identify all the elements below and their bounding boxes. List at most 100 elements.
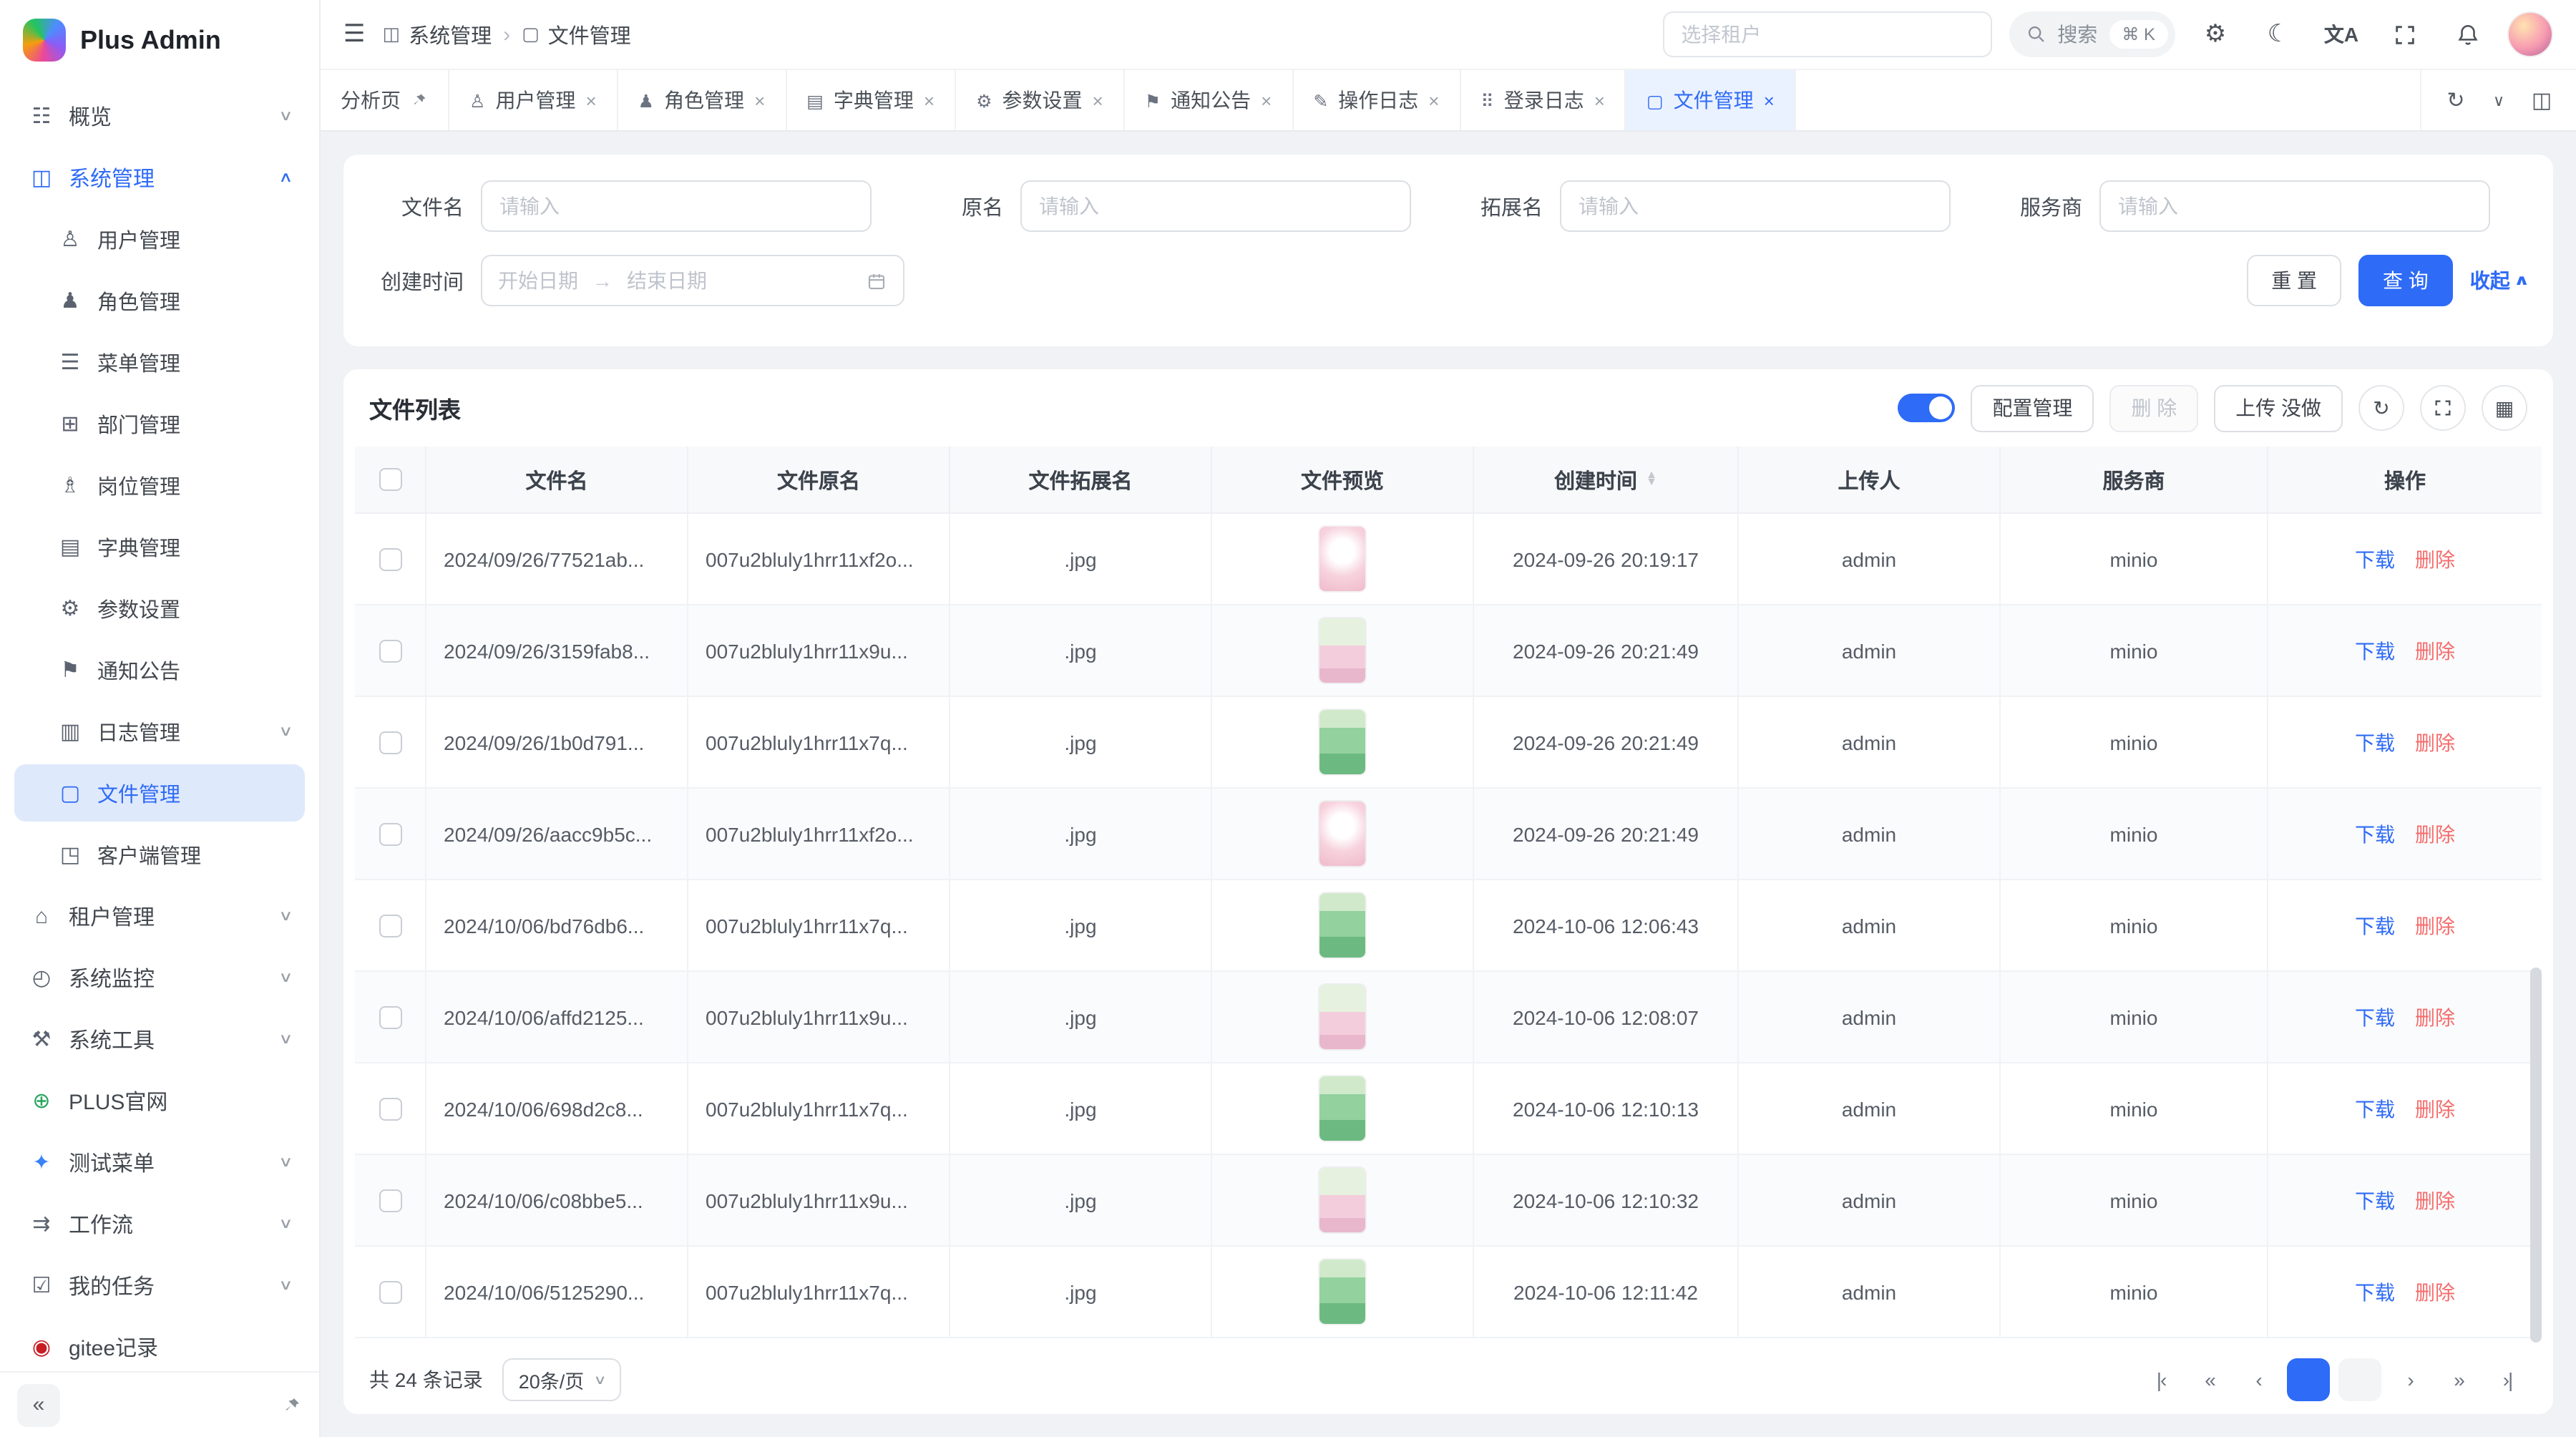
- next-page-button[interactable]: ›: [2390, 1360, 2430, 1400]
- file-preview-thumbnail[interactable]: [1319, 985, 1365, 1049]
- sidebar-item-notice-announcement[interactable]: ⚑ 通知公告: [14, 641, 305, 698]
- file-preview-thumbnail[interactable]: [1319, 893, 1365, 958]
- delete-link[interactable]: 删除: [2415, 1003, 2455, 1031]
- close-icon[interactable]: ×: [1261, 91, 1272, 109]
- chevron-down-icon[interactable]: ∨: [2479, 80, 2519, 120]
- last-page-button[interactable]: ›|: [2487, 1360, 2527, 1400]
- start-date-input[interactable]: 开始日期: [498, 266, 578, 295]
- column-header-created-time[interactable]: 创建时间 ▲ ▼: [1474, 447, 1739, 512]
- column-header-extension[interactable]: 文件拓展名: [950, 447, 1212, 512]
- collapse-filters-link[interactable]: 收起 ∧: [2470, 266, 2527, 295]
- text-input[interactable]: [1020, 180, 1411, 232]
- sidebar-item-log-management[interactable]: ▥ 日志管理 ∨: [14, 703, 305, 760]
- next-fast-button[interactable]: »: [2439, 1360, 2479, 1400]
- close-icon[interactable]: ×: [585, 91, 596, 109]
- download-link[interactable]: 下载: [2355, 545, 2395, 573]
- tab-operation-log[interactable]: ✎ 操作日志 ×: [1293, 70, 1460, 130]
- layout-panel-icon[interactable]: ◫: [2522, 80, 2562, 120]
- query-button[interactable]: 查 询: [2358, 255, 2453, 306]
- file-preview-thumbnail[interactable]: [1319, 710, 1365, 774]
- sidebar-item-department-management[interactable]: ⊞ 部门管理: [14, 395, 305, 452]
- row-checkbox[interactable]: [379, 731, 401, 754]
- end-date-input[interactable]: 结束日期: [627, 266, 707, 295]
- column-header-provider[interactable]: 服务商: [2001, 447, 2268, 512]
- file-preview-thumbnail[interactable]: [1319, 527, 1365, 591]
- row-checkbox[interactable]: [379, 547, 401, 570]
- column-settings-grid-icon[interactable]: ▦: [2482, 385, 2527, 431]
- toggle-switch[interactable]: [1898, 394, 1955, 422]
- delete-link[interactable]: 删除: [2415, 1277, 2455, 1306]
- sidebar-item-plus-website[interactable]: ⊕ PLUS官网: [14, 1072, 305, 1129]
- column-header-original-name[interactable]: 文件原名: [688, 447, 950, 512]
- download-link[interactable]: 下载: [2355, 1003, 2395, 1031]
- row-checkbox[interactable]: [379, 822, 401, 845]
- delete-link[interactable]: 删除: [2415, 911, 2455, 940]
- close-icon[interactable]: ×: [754, 91, 765, 109]
- delete-link[interactable]: 删除: [2415, 728, 2455, 756]
- row-checkbox[interactable]: [379, 1280, 401, 1303]
- tab-dictionary-management[interactable]: ▤ 字典管理 ×: [786, 70, 956, 130]
- sidebar-item-test-menu[interactable]: ✦ 测试菜单 ∨: [14, 1134, 305, 1191]
- row-checkbox[interactable]: [379, 1005, 401, 1028]
- tab-notice-announcement[interactable]: ⚑ 通知公告 ×: [1125, 70, 1294, 130]
- sidebar-item-dictionary-management[interactable]: ▤ 字典管理: [14, 518, 305, 575]
- config-management-button[interactable]: 配置管理: [1971, 384, 2094, 432]
- sidebar-item-my-tasks[interactable]: ☑ 我的任务 ∨: [14, 1257, 305, 1314]
- sidebar-item-user-management[interactable]: ♙ 用户管理: [14, 210, 305, 268]
- sidebar-item-overview[interactable]: ☷ 概览 ∨: [14, 87, 305, 145]
- translate-icon[interactable]: 文A: [2318, 11, 2364, 57]
- refresh-icon[interactable]: ↻: [2358, 385, 2404, 431]
- upload-button[interactable]: 上传 没做: [2214, 384, 2343, 432]
- sidebar-item-menu-management[interactable]: ☰ 菜单管理: [14, 333, 305, 391]
- date-range-picker[interactable]: 开始日期 → 结束日期: [481, 255, 904, 306]
- file-preview-thumbnail[interactable]: [1319, 1260, 1365, 1324]
- sidebar-item-system-monitoring[interactable]: ◴ 系统监控 ∨: [14, 949, 305, 1006]
- tab-analysis-page[interactable]: 分析页: [321, 70, 449, 130]
- sidebar-item-parameter-settings[interactable]: ⚙ 参数设置: [14, 580, 305, 637]
- sidebar-item-role-management[interactable]: ♟ 角色管理: [14, 272, 305, 329]
- sidebar-item-gitee-records[interactable]: ◉ gitee记录: [14, 1318, 305, 1371]
- tab-user-management[interactable]: ♙ 用户管理 ×: [449, 70, 618, 130]
- tab-login-log[interactable]: ⠿ 登录日志 ×: [1460, 70, 1626, 130]
- file-preview-thumbnail[interactable]: [1319, 802, 1365, 866]
- download-link[interactable]: 下载: [2355, 1277, 2395, 1306]
- select-all-checkbox[interactable]: [379, 468, 401, 491]
- pin-icon[interactable]: [282, 1395, 302, 1415]
- sidebar-item-system-management[interactable]: ◫ 系统管理 ∧: [14, 149, 305, 206]
- sidebar-item-system-tools[interactable]: ⚒ 系统工具 ∨: [14, 1010, 305, 1068]
- global-search-button[interactable]: 搜索 ⌘ K: [2009, 11, 2175, 57]
- file-preview-thumbnail[interactable]: [1319, 618, 1365, 683]
- delete-link[interactable]: 删除: [2415, 1094, 2455, 1123]
- row-checkbox[interactable]: [379, 1097, 401, 1120]
- reset-button[interactable]: 重 置: [2247, 255, 2341, 306]
- dark-mode-moon-icon[interactable]: ☾: [2255, 11, 2301, 57]
- delete-link[interactable]: 删除: [2415, 545, 2455, 573]
- notifications-bell-icon[interactable]: [2444, 11, 2490, 57]
- page-1[interactable]: [2287, 1358, 2330, 1401]
- hamburger-menu-icon[interactable]: ☰: [343, 20, 366, 49]
- sidebar-item-post-management[interactable]: ♗ 岗位管理: [14, 457, 305, 514]
- column-header-operations[interactable]: 操作: [2268, 447, 2542, 512]
- delete-link[interactable]: 删除: [2415, 819, 2455, 848]
- row-checkbox[interactable]: [379, 914, 401, 937]
- row-checkbox[interactable]: [379, 639, 401, 662]
- vertical-scrollbar-thumb[interactable]: [2530, 968, 2542, 1343]
- page-2[interactable]: [2338, 1358, 2381, 1401]
- sidebar-item-workflow[interactable]: ⇉ 工作流 ∨: [14, 1195, 305, 1252]
- column-header-uploader[interactable]: 上传人: [1739, 447, 2001, 512]
- sidebar-item-tenant-management[interactable]: ⌂ 租户管理 ∨: [14, 887, 305, 945]
- sort-icon[interactable]: ▲ ▼: [1646, 472, 1657, 487]
- column-header-preview[interactable]: 文件预览: [1212, 447, 1474, 512]
- close-icon[interactable]: ×: [1428, 91, 1439, 109]
- download-link[interactable]: 下载: [2355, 819, 2395, 848]
- sidebar-item-client-management[interactable]: ◳ 客户端管理: [14, 826, 305, 883]
- file-preview-thumbnail[interactable]: [1319, 1168, 1365, 1232]
- text-input[interactable]: [1560, 180, 1951, 232]
- download-link[interactable]: 下载: [2355, 636, 2395, 665]
- tenant-select-input[interactable]: [1662, 11, 1991, 57]
- page-size-select[interactable]: 20条/页 ∨: [503, 1358, 621, 1401]
- tab-parameter-settings[interactable]: ⚙ 参数设置 ×: [956, 70, 1125, 130]
- sidebar-item-file-management[interactable]: ▢ 文件管理: [14, 764, 305, 822]
- prev-fast-button[interactable]: «: [2190, 1360, 2230, 1400]
- refresh-icon[interactable]: ↻: [2436, 80, 2476, 120]
